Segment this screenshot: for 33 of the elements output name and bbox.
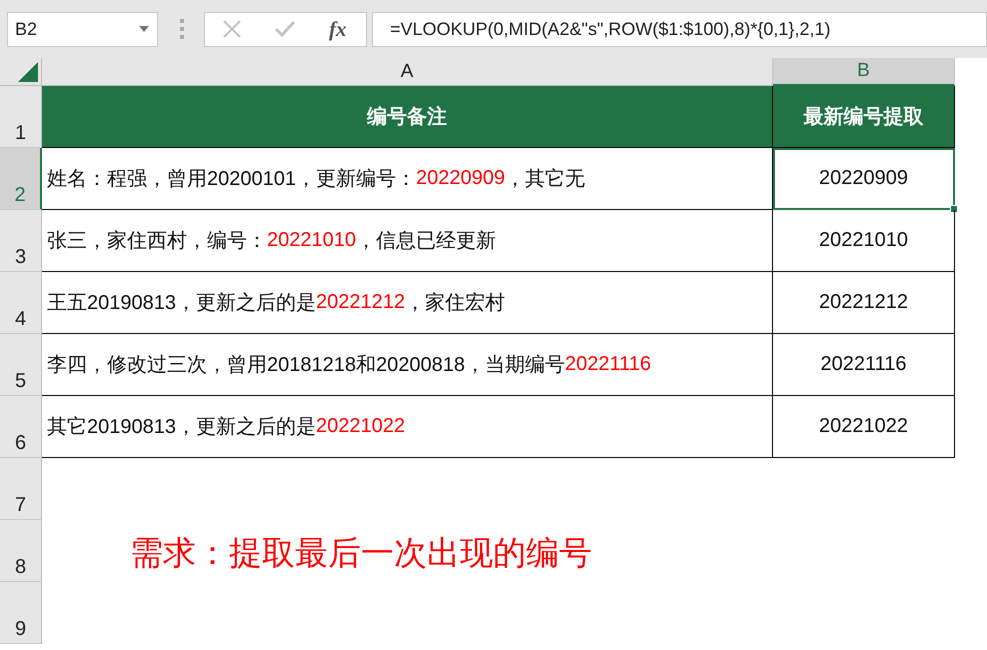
name-box[interactable]: B2 (7, 12, 158, 46)
note-text: 需求：提取最后一次出现的编号 (129, 532, 592, 572)
table-cell: 李四，修改过三次，曾用20181218和20200818，当期编号20221116 (42, 334, 773, 396)
fill-handle[interactable] (950, 205, 958, 213)
column-header[interactable]: A (42, 58, 773, 86)
header-cell: 最新编号提取 (773, 86, 955, 148)
select-all-button[interactable] (0, 58, 42, 86)
insert-function-button[interactable]: fx (329, 16, 346, 42)
column-header[interactable]: B (773, 58, 955, 86)
check-icon[interactable] (275, 21, 295, 37)
table-cell: 张三，家住西村，编号：20221010，信息已经更新 (42, 210, 773, 272)
formula-field[interactable]: =VLOOKUP(0,MID(A2&"s",ROW($1:$100),8)*{0,1},2,1) (372, 12, 987, 46)
table-cell: 其它20190813，更新之后的是20221022 (42, 396, 773, 458)
row-header[interactable]: 1 (0, 86, 42, 148)
header-cell: 编号备注 (42, 86, 773, 148)
row-header[interactable]: 6 (0, 396, 42, 458)
row-header[interactable]: 2 (0, 148, 42, 210)
row-header[interactable]: 9 (0, 582, 42, 644)
triangle-icon (18, 62, 38, 82)
row-header[interactable]: 7 (0, 458, 42, 520)
table-cell: 姓名：程强，曾用20200101，更新编号：20220909，其它无 (42, 148, 773, 210)
table-cell: 王五20190813，更新之后的是20221212，家住宏村 (42, 272, 773, 334)
row-header[interactable]: 4 (0, 272, 42, 334)
row-header[interactable]: 8 (0, 520, 42, 582)
grip-icon (180, 19, 184, 39)
table-cell: 20221116 (773, 334, 955, 396)
row-header[interactable]: 5 (0, 334, 42, 396)
table-cell: 20221212 (773, 272, 955, 334)
row-header[interactable]: 3 (0, 210, 42, 272)
caret-icon[interactable] (139, 26, 149, 32)
table-cell: 20221010 (773, 210, 955, 272)
table-cell[interactable]: 20220909 (773, 148, 955, 210)
table-cell: 20221022 (773, 396, 955, 458)
